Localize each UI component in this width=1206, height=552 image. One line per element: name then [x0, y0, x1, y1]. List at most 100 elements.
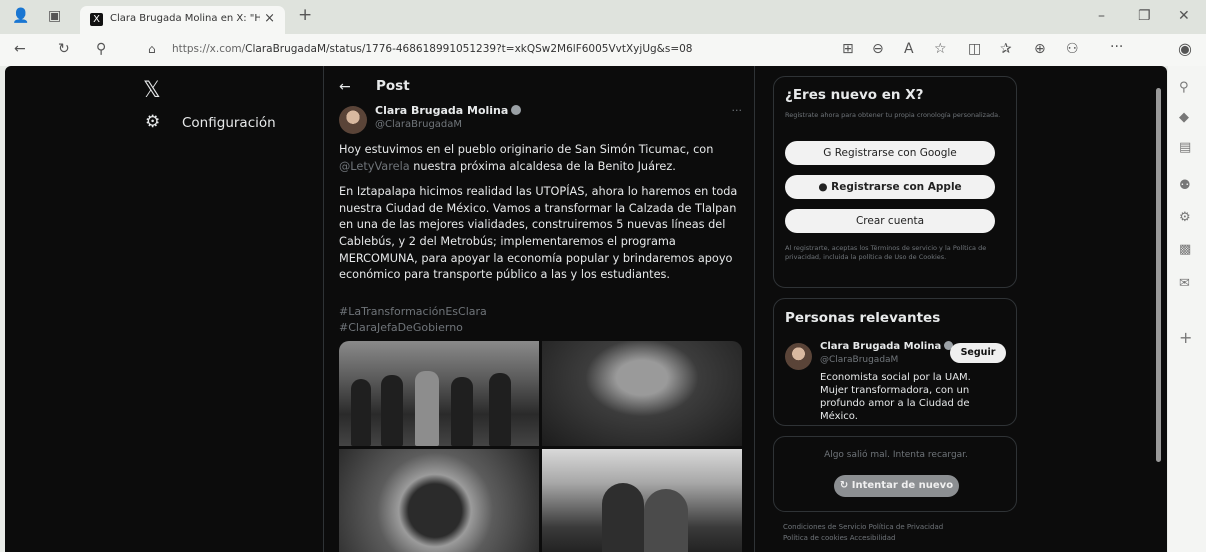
- post-photo[interactable]: [542, 449, 742, 552]
- apple-icon: ●: [818, 181, 832, 193]
- google-signup-button[interactable]: G Registrarse con Google: [785, 141, 995, 165]
- gear-icon[interactable]: ⚙: [1179, 210, 1191, 225]
- new-tab-button[interactable]: +: [298, 7, 312, 24]
- gear-icon: ⚙: [145, 112, 161, 132]
- more-options-icon[interactable]: ···: [732, 104, 743, 117]
- favorites-icon[interactable]: ✰: [1000, 42, 1012, 56]
- more-icon[interactable]: ···: [1110, 40, 1123, 54]
- post-text: Hoy estuvimos en el pueblo originario de…: [339, 142, 744, 293]
- post-text-span: nuestra próxima alcaldesa de la Benito J…: [409, 159, 676, 173]
- signup-card: ¿Eres nuevo en X? Regístrate ahora para …: [773, 76, 1017, 288]
- author-name[interactable]: Clara Brugada Molina: [375, 104, 522, 117]
- url-prefix: https://x.com/: [172, 43, 246, 55]
- site-info-icon[interactable]: ⌂: [148, 43, 156, 55]
- collections-icon[interactable]: ⊕: [1034, 42, 1046, 56]
- post-paragraph: Hoy estuvimos en el pueblo originario de…: [339, 142, 744, 175]
- zoom-icon[interactable]: ⊖: [872, 42, 884, 56]
- verified-icon: [511, 105, 522, 115]
- back-arrow-icon[interactable]: ←: [339, 79, 351, 95]
- relevant-person-handle[interactable]: @ClaraBrugadaM: [820, 355, 898, 365]
- post-text-span: Hoy estuvimos en el pueblo originario de…: [339, 143, 714, 156]
- footer-links: Condiciones de Servicio Política de Priv…: [783, 522, 1013, 544]
- tab-actions-icon[interactable]: ▣: [48, 9, 61, 23]
- follow-button[interactable]: Seguir: [950, 343, 1006, 363]
- apps-icon[interactable]: ⊞: [842, 42, 854, 56]
- hashtags: #LaTransformaciónEsClara #ClaraJefaDeGob…: [339, 304, 487, 336]
- footer-link-row[interactable]: Condiciones de Servicio Política de Priv…: [783, 522, 1013, 533]
- url-path: ClaraBrugadaM/status/1776-46861899105123…: [245, 43, 693, 55]
- scrollbar[interactable]: [1156, 88, 1161, 462]
- extensions-icon[interactable]: ⚇: [1066, 42, 1079, 56]
- url-text: https://x.com/ClaraBrugadaM/status/1776-…: [172, 43, 692, 55]
- briefcase-icon[interactable]: ▤: [1179, 140, 1191, 155]
- person-figure: [351, 379, 371, 446]
- post-photo[interactable]: [542, 341, 742, 446]
- office-icon[interactable]: ▩: [1179, 242, 1191, 257]
- page-title: Post: [376, 78, 410, 94]
- relevant-person-name[interactable]: Clara Brugada Molina: [820, 341, 954, 352]
- favorite-icon[interactable]: ☆: [934, 42, 947, 56]
- person-figure: [415, 371, 439, 446]
- avatar[interactable]: [785, 343, 812, 370]
- address-bar[interactable]: ⌂ https://x.com/ClaraBrugadaM/status/177…: [140, 38, 820, 62]
- signup-subtitle: Regístrate ahora para obtener tu propia …: [785, 111, 1001, 119]
- outlook-icon[interactable]: ✉: [1179, 276, 1190, 291]
- copilot-icon[interactable]: ◉: [1178, 41, 1192, 57]
- post-column: ← Post Clara Brugada Molina @ClaraBrugad…: [323, 66, 755, 552]
- refresh-icon[interactable]: ↻: [58, 42, 70, 56]
- error-message: Algo salió mal. Intenta recargar.: [824, 450, 968, 460]
- person-figure: [602, 483, 644, 552]
- person-figure: [451, 377, 473, 446]
- footer-link-row[interactable]: Política de cookies Accesibilidad: [783, 533, 1013, 544]
- read-aloud-icon[interactable]: A: [904, 42, 914, 56]
- window-restore-button[interactable]: ❐: [1138, 9, 1151, 23]
- author-handle[interactable]: @ClaraBrugadaM: [375, 119, 462, 130]
- person-figure: [489, 373, 511, 446]
- relevant-person-name-text: Clara Brugada Molina: [820, 341, 942, 352]
- media-grid: [339, 341, 742, 552]
- profile-icon[interactable]: 👤: [12, 9, 29, 23]
- relevant-people-card: Personas relevantes Clara Brugada Molina…: [773, 298, 1017, 426]
- browser-tab[interactable]: X Clara Brugada Molina en X: "Hoy ×: [80, 6, 285, 34]
- relevant-person-bio: Economista social por la UAM. Mujer tran…: [820, 372, 971, 422]
- tab-close-button[interactable]: ×: [264, 11, 275, 26]
- retry-button[interactable]: ↻ Intentar de nuevo: [834, 475, 959, 497]
- x-favicon-icon: X: [90, 13, 103, 26]
- hashtag-link[interactable]: #LaTransformaciónEsClara: [339, 304, 487, 320]
- post-paragraph: En Iztapalapa hicimos realidad las UTOPÍ…: [339, 185, 738, 282]
- tab-title: Clara Brugada Molina en X: "Hoy: [110, 13, 260, 24]
- add-icon[interactable]: +: [1179, 328, 1192, 347]
- google-icon: G: [823, 147, 835, 159]
- search-icon[interactable]: ⚲: [96, 42, 106, 56]
- mention-link[interactable]: @LetyVarela: [339, 160, 410, 173]
- create-account-button[interactable]: Crear cuenta: [785, 209, 995, 233]
- back-icon[interactable]: ←: [14, 42, 26, 56]
- x-logo-icon[interactable]: 𝕏: [143, 78, 161, 103]
- browser-tab-bar: 👤 ▣ X Clara Brugada Molina en X: "Hoy × …: [0, 0, 1206, 34]
- browser-side-panel: ⚲ ◆ ▤ ⚉ ⚙ ▩ ✉ +: [1168, 66, 1206, 552]
- split-screen-icon[interactable]: ◫: [968, 42, 981, 56]
- google-signup-label: Registrarse con Google: [834, 147, 957, 159]
- relevant-people-title: Personas relevantes: [785, 310, 941, 326]
- window-minimize-button[interactable]: –: [1098, 9, 1105, 23]
- retry-label: Intentar de nuevo: [851, 480, 954, 491]
- person-figure: [381, 375, 403, 446]
- author-name-text: Clara Brugada Molina: [375, 104, 509, 117]
- apple-signup-button[interactable]: ● Registrarse con Apple: [785, 175, 995, 199]
- avatar[interactable]: [339, 106, 367, 134]
- signup-terms: Al registrarte, aceptas los Términos de …: [785, 244, 987, 261]
- hashtag-link[interactable]: #ClaraJefaDeGobierno: [339, 320, 487, 336]
- search-icon[interactable]: ⚲: [1179, 80, 1189, 95]
- signup-title: ¿Eres nuevo en X?: [785, 87, 924, 103]
- x-page: 𝕏 ⚙ Configuración ← Post Clara Brugada M…: [5, 66, 1167, 552]
- person-figure: [644, 489, 688, 552]
- error-card: Algo salió mal. Intenta recargar. ↻ Inte…: [773, 436, 1017, 512]
- post-photo[interactable]: [339, 449, 539, 552]
- refresh-icon: ↻: [839, 480, 852, 491]
- address-bar-row: ← ↻ ⚲ ⌂ https://x.com/ClaraBrugadaM/stat…: [0, 34, 1206, 66]
- post-photo[interactable]: [339, 341, 539, 446]
- tag-icon[interactable]: ◆: [1179, 110, 1189, 125]
- people-icon[interactable]: ⚉: [1179, 178, 1191, 193]
- apple-signup-label: Registrarse con Apple: [831, 181, 962, 193]
- window-close-button[interactable]: ✕: [1178, 9, 1190, 23]
